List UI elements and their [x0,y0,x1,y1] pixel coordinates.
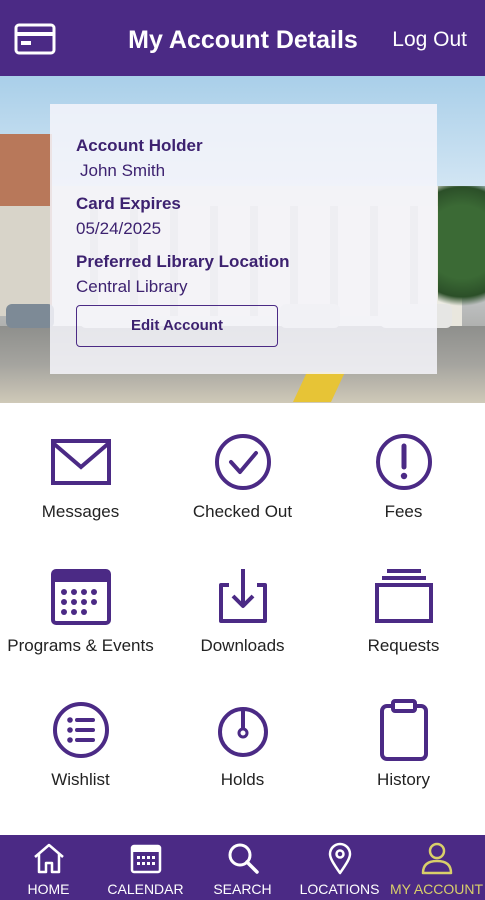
log-out-button[interactable]: Log Out [392,28,467,52]
check-circle-icon [214,434,271,490]
nav-label: CALENDAR [107,881,184,897]
account-details-card: Account Holder John Smith Card Expires 0… [50,104,437,374]
tile-requests[interactable]: Requests [323,541,484,671]
search-icon [228,843,259,874]
nav-my-account[interactable]: MY ACCOUNT [388,835,485,900]
nav-label: MY ACCOUNT [389,881,484,897]
home-icon [33,843,64,874]
edit-account-button[interactable]: Edit Account [76,305,278,347]
tile-label: Programs & Events [7,636,154,655]
account-holder-value: John Smith [80,161,166,180]
preferred-location-value: Central Library [76,277,188,296]
nav-calendar[interactable]: CALENDAR [97,835,194,900]
calendar-icon [50,569,111,625]
card-expires-label: Card Expires [76,194,181,213]
nav-locations[interactable]: LOCATIONS [291,835,388,900]
envelope-icon [50,439,111,485]
tile-label: Messages [41,502,120,521]
tile-label: Downloads [200,636,285,655]
nav-label: LOCATIONS [299,881,380,897]
preferred-location-label: Preferred Library Location [76,252,290,271]
tile-programs-events[interactable]: Programs & Events [0,541,161,671]
page-title: My Account Details [128,26,358,54]
tile-wishlist[interactable]: Wishlist [0,675,161,805]
tile-holds[interactable]: Holds [162,675,323,805]
tile-label: Wishlist [51,770,110,789]
nav-home[interactable]: HOME [0,835,97,900]
tile-messages[interactable]: Messages [0,407,161,537]
user-icon [421,842,452,875]
nav-search[interactable]: SEARCH [194,835,291,900]
stack-icon [374,569,433,623]
tile-fees[interactable]: Fees [323,407,484,537]
tile-label: History [377,770,430,789]
list-circle-icon [52,702,109,758]
tile-label: Requests [367,636,440,655]
download-icon [218,569,267,623]
nav-label: HOME [27,881,70,897]
tile-downloads[interactable]: Downloads [162,541,323,671]
tile-label: Checked Out [192,502,293,521]
tile-label: Holds [220,770,265,789]
library-card-icon[interactable] [14,22,56,56]
clipboard-icon [379,699,428,761]
tile-label: Fees [384,502,423,521]
location-pin-icon [328,842,351,875]
calendar-icon [130,844,161,874]
bottom-nav: HOME CALENDAR SEARCH LOCATIONS MY ACCOUN… [0,835,485,900]
card-expires-value: 05/24/2025 [76,219,162,238]
exclamation-circle-icon [375,434,432,490]
app-header: My Account Details Log Out [0,0,485,76]
nav-label: SEARCH [213,881,272,897]
account-menu-grid: Messages Checked Out Fees Programs & Eve… [0,403,485,835]
account-holder-label: Account Holder [76,136,203,155]
tile-history[interactable]: History [323,675,484,805]
timer-icon [217,707,268,757]
tile-checked-out[interactable]: Checked Out [162,407,323,537]
